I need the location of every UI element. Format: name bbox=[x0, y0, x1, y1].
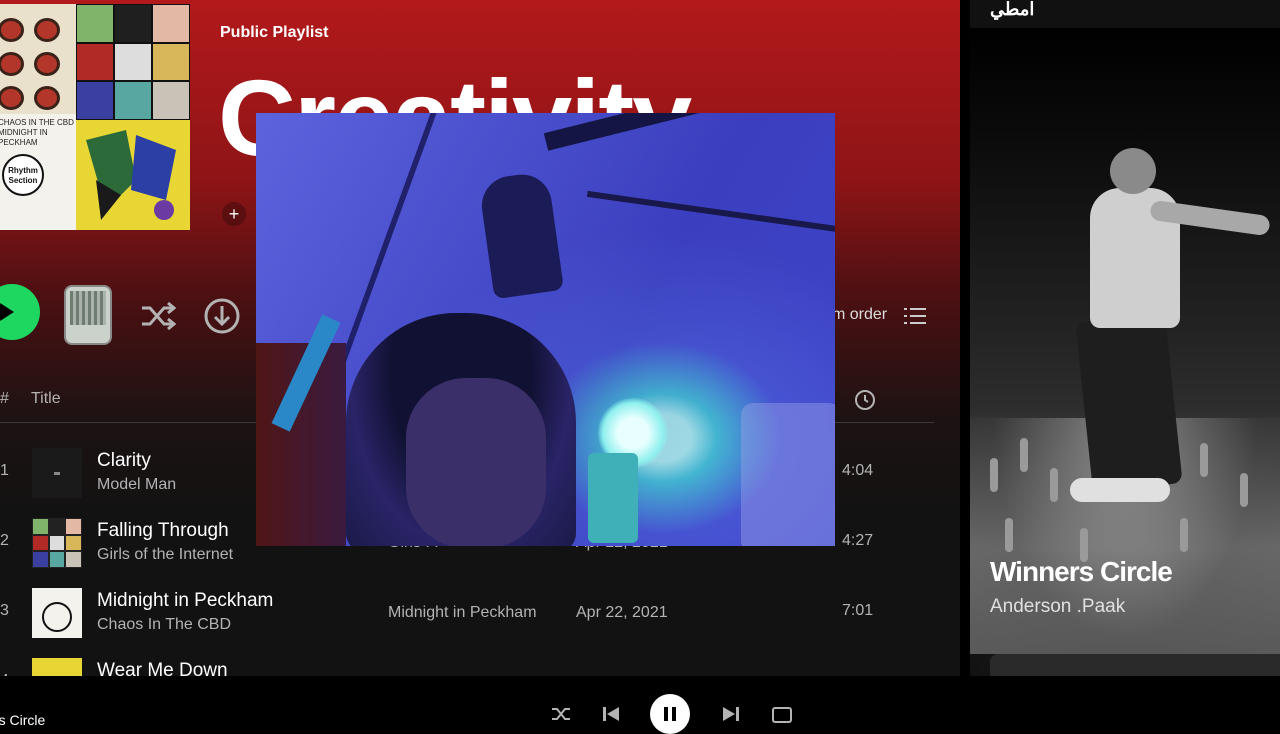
playback-bar bbox=[0, 676, 1280, 720]
track-number: 1 bbox=[0, 462, 9, 479]
shuffle-icon[interactable] bbox=[550, 704, 572, 724]
track-thumbnail bbox=[32, 448, 82, 498]
track-duration: 4:04 bbox=[842, 462, 874, 479]
webcam-overlay bbox=[256, 113, 835, 546]
shuffle-icon[interactable] bbox=[138, 296, 178, 336]
webcam-face bbox=[406, 378, 546, 546]
panel-card bbox=[990, 654, 1280, 676]
cover-text-2: MIDNIGHT IN PECKHAM bbox=[0, 128, 48, 147]
cover-text-1: CHAOS IN THE CBD bbox=[0, 118, 74, 127]
next-icon[interactable] bbox=[720, 704, 742, 724]
track-album[interactable]: Midnight in Peckham bbox=[388, 604, 537, 622]
cover-tile-yellow bbox=[76, 120, 190, 230]
track-artist[interactable]: Girls of the Internet bbox=[97, 546, 233, 564]
now-playing-artist[interactable]: Anderson .Paak bbox=[990, 596, 1125, 618]
download-icon[interactable] bbox=[202, 296, 242, 336]
webcam-jar bbox=[741, 403, 835, 546]
track-duration: 7:01 bbox=[842, 602, 874, 619]
play-icon bbox=[0, 303, 14, 321]
cover-tile-faces bbox=[76, 4, 190, 120]
webcam-phone bbox=[588, 453, 638, 543]
track-row[interactable]: 4 Wear Me Down bbox=[0, 650, 940, 676]
cover-tile-chaos: CHAOS IN THE CBD MIDNIGHT IN PECKHAM Rhyt… bbox=[0, 114, 76, 230]
clock-icon bbox=[855, 390, 875, 410]
track-title[interactable]: Wear Me Down bbox=[97, 660, 228, 676]
track-number: 2 bbox=[0, 532, 9, 549]
column-number-header: # bbox=[0, 390, 9, 407]
track-title[interactable]: Clarity bbox=[97, 450, 151, 472]
playlist-view: CHAOS IN THE CBD MIDNIGHT IN PECKHAM Rhyt… bbox=[0, 0, 960, 676]
track-thumbnail bbox=[32, 588, 82, 638]
pause-icon bbox=[664, 707, 668, 721]
play-button[interactable] bbox=[0, 284, 40, 340]
track-title[interactable]: Midnight in Peckham bbox=[97, 590, 273, 612]
cover-disc: Rhythm Section bbox=[2, 154, 44, 196]
pause-button[interactable] bbox=[650, 694, 690, 734]
track-duration: 4:27 bbox=[842, 532, 874, 549]
previous-icon[interactable] bbox=[600, 704, 622, 724]
add-icon[interactable]: + bbox=[222, 202, 246, 226]
now-playing-track-title[interactable]: Winners Circle bbox=[990, 556, 1173, 588]
panel-title: امطي bbox=[990, 0, 1035, 19]
column-title-header[interactable]: Title bbox=[31, 390, 61, 408]
track-thumbnail bbox=[32, 658, 82, 676]
playlist-type-label: Public Playlist bbox=[220, 24, 329, 41]
track-row[interactable]: 3 Midnight in Peckham Chaos In The CBD M… bbox=[0, 580, 940, 644]
sort-order-label[interactable]: m order bbox=[832, 306, 887, 324]
playback-track-title[interactable]: rs Circle bbox=[0, 712, 45, 728]
queue-icon[interactable] bbox=[771, 704, 793, 724]
track-artist[interactable]: Model Man bbox=[97, 476, 176, 494]
track-artist[interactable]: Chaos In The CBD bbox=[97, 616, 231, 634]
now-playing-panel: امطي Winners Circle Anderson .Paak bbox=[970, 0, 1280, 676]
playlist-preview-thumbnail[interactable] bbox=[64, 285, 112, 345]
track-number: 3 bbox=[0, 602, 9, 619]
artwork-performer bbox=[1070, 148, 1271, 528]
track-thumbnail bbox=[32, 518, 82, 568]
list-icon[interactable] bbox=[904, 306, 928, 326]
cover-tile-eyes bbox=[0, 4, 76, 114]
playlist-cover: CHAOS IN THE CBD MIDNIGHT IN PECKHAM Rhyt… bbox=[0, 4, 196, 230]
track-date-added: Apr 22, 2021 bbox=[576, 604, 668, 621]
track-title[interactable]: Falling Through bbox=[97, 520, 229, 542]
